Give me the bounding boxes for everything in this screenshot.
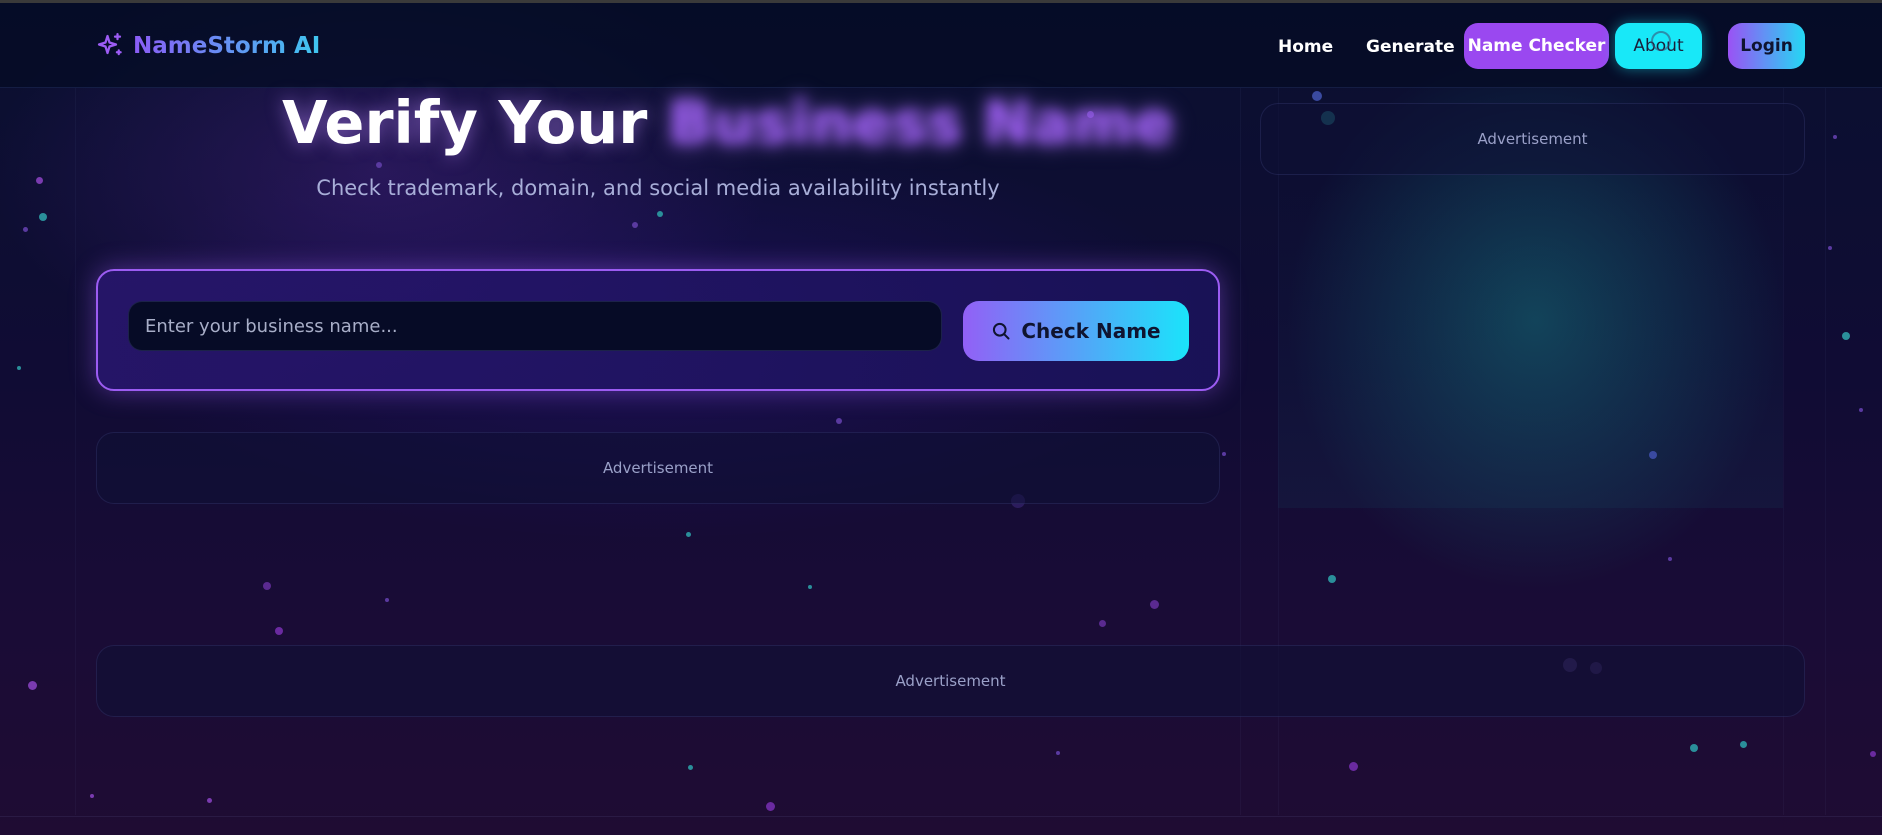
sidebar-glow-panel [1278, 178, 1783, 508]
ad-label: Advertisement [602, 459, 714, 477]
page-title: Verify Your Business Name [282, 88, 1174, 157]
ad-slot-footer: Advertisement [96, 645, 1805, 717]
search-icon [993, 322, 1010, 340]
business-name-input[interactable] [128, 301, 942, 351]
ad-label: Advertisement [1477, 130, 1588, 148]
ad-slot-sidebar: Advertisement [1260, 103, 1805, 175]
nav-generate-link[interactable]: Generate [1366, 37, 1455, 57]
top-navbar: NameStorm AI Home Generate Name Checker … [0, 3, 1882, 88]
cursor-ring [1651, 31, 1671, 51]
brand-name: NameStorm AI [133, 33, 321, 59]
page-title-highlight: Business Name [667, 88, 1174, 157]
footer-divider [0, 816, 1882, 817]
ad-label: Advertisement [895, 672, 1006, 690]
page: NameStorm AI Home Generate Name Checker … [0, 0, 1882, 835]
sparkle-icon [97, 33, 122, 56]
nav-about-button[interactable]: About [1615, 23, 1702, 69]
brand-logo[interactable]: NameStorm AI [95, 31, 320, 61]
grid-line [1825, 88, 1826, 815]
page-title-prefix: Verify Your [282, 88, 648, 157]
check-name-button[interactable]: Check Name [963, 301, 1189, 361]
name-check-card: Check Name [96, 269, 1220, 391]
nav-name-checker-button[interactable]: Name Checker [1464, 23, 1609, 69]
login-button[interactable]: Login [1728, 23, 1805, 69]
page-subtitle: Check trademark, domain, and social medi… [316, 176, 1000, 200]
nav-home-link[interactable]: Home [1278, 37, 1333, 57]
ad-slot-inline: Advertisement [96, 432, 1220, 504]
check-name-label: Check Name [1021, 319, 1161, 343]
